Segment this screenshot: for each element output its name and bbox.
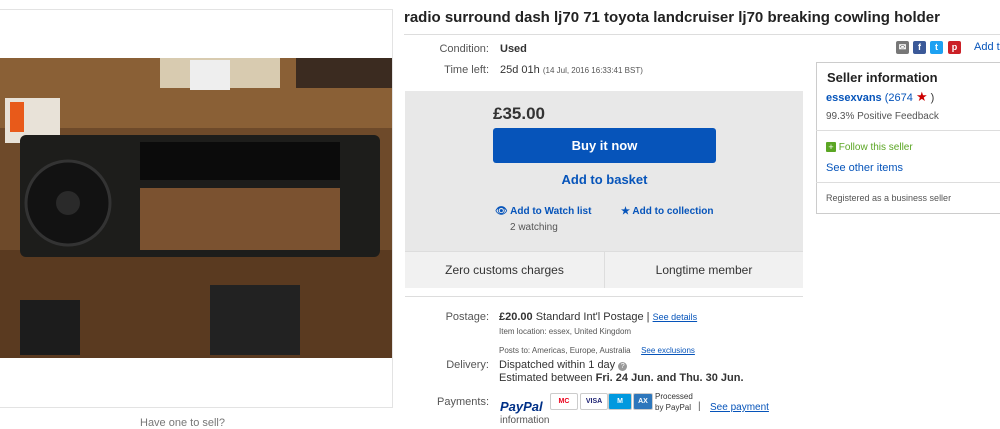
condition-label: Condition:: [439, 43, 489, 55]
product-photo[interactable]: [0, 10, 392, 407]
title-divider: [404, 34, 1000, 35]
follow-seller-label: Follow this seller: [838, 142, 913, 153]
see-details-link[interactable]: See details: [653, 312, 698, 322]
seller-info-heading: Seller information: [827, 70, 938, 85]
time-left-detail: (14 Jul, 2016 16:33:41 BST): [542, 66, 643, 75]
item-title: radio surround dash lj70 71 toyota landc…: [404, 9, 940, 26]
feedback-score-link[interactable]: (2674: [885, 92, 913, 104]
visa-icon: VISA: [580, 393, 608, 410]
processed-text: Processed: [655, 392, 693, 401]
product-image-panel[interactable]: [0, 9, 393, 408]
add-to-link[interactable]: Add to: [974, 41, 1000, 53]
estimated-range: Fri. 24 Jun. and Thu. 30 Jun.: [595, 372, 744, 384]
follow-seller-link[interactable]: + Follow this seller: [826, 142, 913, 153]
twitter-icon[interactable]: t: [930, 41, 943, 54]
by-paypal-text: by PayPal: [655, 403, 692, 412]
plus-icon: +: [826, 142, 836, 152]
seller-divider-2: [816, 182, 1000, 183]
watch-list-label: Add to Watch list: [510, 206, 592, 217]
positive-feedback: 99.3% Positive Feedback: [826, 111, 939, 122]
feedback-close: ): [930, 92, 935, 104]
bottom-note: Have one to sell?: [140, 417, 225, 429]
pinterest-icon[interactable]: p: [948, 41, 961, 54]
processed-by-paypal: Processed by PayPal: [655, 391, 693, 413]
payment-information: information: [500, 415, 550, 426]
posts-to: Posts to: Americas, Europe, Australia: [499, 346, 631, 355]
seller-name-link[interactable]: essexvans: [826, 92, 882, 104]
help-icon[interactable]: ?: [618, 362, 628, 371]
collection-label: Add to collection: [632, 206, 714, 217]
add-to-basket-button[interactable]: Add to basket: [493, 172, 716, 187]
time-left-label: Time left:: [444, 64, 489, 76]
email-icon[interactable]: ✉: [896, 41, 909, 54]
add-to-collection-link[interactable]: ★ Add to collection: [621, 206, 714, 217]
see-payment-link[interactable]: See payment: [710, 402, 769, 413]
mastercard-icon: MC: [550, 393, 578, 410]
longtime-member-tile[interactable]: Longtime member: [605, 251, 803, 288]
add-to-watch-list-link[interactable]: 👁 Add to Watch list: [495, 206, 591, 217]
payments-label: Payments:: [437, 396, 489, 408]
see-other-items-link[interactable]: See other items: [826, 162, 903, 174]
seller-divider-1: [816, 130, 1000, 131]
postage-divider: [405, 296, 803, 297]
dispatched-within: Dispatched within 1 day: [499, 359, 616, 371]
see-exclusions-link[interactable]: See exclusions: [641, 346, 695, 355]
feedback-star-icon: ★: [915, 89, 928, 104]
postage-label: Postage:: [445, 311, 489, 323]
seller-name-row: essexvans (2674 ★ ): [826, 89, 934, 105]
buy-it-now-button[interactable]: Buy it now: [493, 128, 716, 163]
dispatch-row: Dispatched within 1 day ?: [499, 359, 628, 371]
estimated-delivery: Estimated between Fri. 24 Jun. and Thu. …: [499, 372, 744, 384]
paypal-logo: PayPal: [500, 399, 543, 414]
item-location: Item location: essex, United Kingdom: [499, 327, 632, 336]
facebook-icon[interactable]: f: [913, 41, 926, 54]
registered-business: Registered as a business seller: [826, 193, 952, 203]
eye-icon: 👁: [495, 206, 508, 217]
payment-separator: |: [698, 401, 701, 412]
postage-method: Standard Int'l Postage |: [535, 311, 650, 323]
star-icon: ★: [621, 206, 630, 217]
amex-icon: AX: [633, 393, 653, 410]
delivery-label: Delivery:: [446, 359, 489, 371]
estimated-prefix: Estimated between: [499, 372, 593, 384]
time-left-remaining: 25d 01h: [500, 64, 540, 76]
buy-box: [405, 91, 803, 251]
maestro-icon: M: [608, 393, 632, 410]
postage-line: £20.00 Standard Int'l Postage | See deta…: [499, 311, 697, 323]
postage-amount: £20.00: [499, 311, 533, 323]
watching-count: 2 watching: [510, 222, 558, 233]
zero-customs-tile[interactable]: Zero customs charges: [405, 251, 604, 288]
condition-value: Used: [500, 43, 527, 55]
posts-to-row: Posts to: Americas, Europe, Australia Se…: [499, 340, 695, 358]
time-left-value: 25d 01h (14 Jul, 2016 16:33:41 BST): [500, 64, 643, 76]
price: £35.00: [493, 104, 545, 123]
